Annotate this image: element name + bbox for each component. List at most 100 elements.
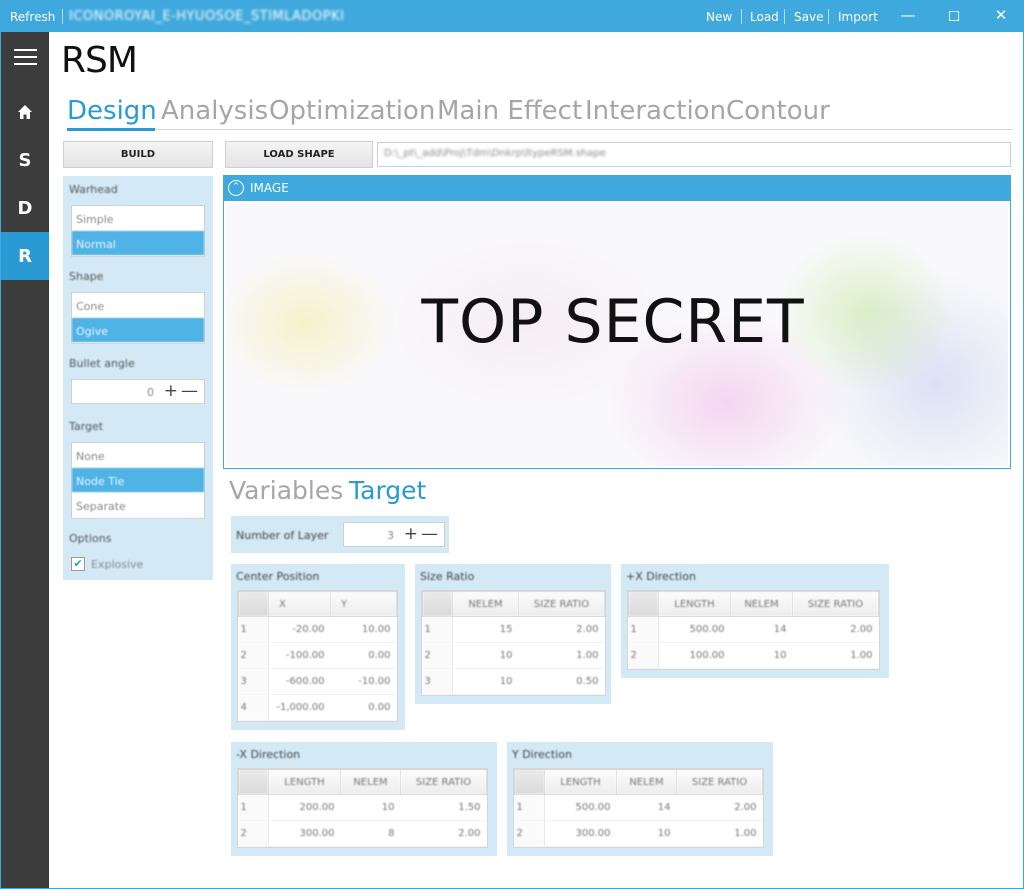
image-panel-header[interactable]: ⌃ IMAGE [224, 176, 1010, 201]
table-row[interactable]: 1 15 2.00 [422, 616, 605, 643]
tab-optimization[interactable]: Optimization [269, 96, 435, 126]
table-cell[interactable]: 1.00 [676, 820, 763, 847]
layer-count-stepper[interactable]: 3 + — [343, 522, 445, 547]
minus-icon[interactable]: — [181, 381, 198, 401]
bullet-angle-stepper[interactable]: 0 + — [71, 379, 205, 404]
minus-icon[interactable]: — [421, 524, 438, 544]
column-header[interactable]: LENGTH [268, 769, 341, 795]
table-cell[interactable]: 8 [340, 820, 401, 847]
tab-analysis[interactable]: Analysis [161, 96, 268, 126]
table-cell[interactable]: 10.00 [330, 616, 397, 643]
table-row[interactable]: 1 200.00 10 1.50 [238, 794, 487, 821]
new-button[interactable]: New [706, 10, 732, 24]
tab-contour[interactable]: Contour [726, 96, 830, 126]
table-cell[interactable]: 500.00 [658, 616, 731, 643]
column-header[interactable]: LENGTH [544, 769, 617, 795]
shape-option-cone[interactable]: Cone [72, 293, 204, 318]
table-cell[interactable]: 1.00 [792, 642, 879, 669]
column-header[interactable]: NELEM [730, 591, 793, 617]
warhead-option-normal[interactable]: Normal [72, 231, 204, 256]
chevron-up-icon[interactable]: ⌃ [228, 180, 244, 196]
column-header[interactable]: SIZE RATIO [676, 769, 763, 795]
table-row[interactable]: 1 -20.00 10.00 [238, 616, 397, 643]
home-icon[interactable] [1, 88, 49, 136]
table-cell[interactable]: 2.00 [518, 616, 605, 643]
table-cell[interactable]: -1,000.00 [268, 694, 331, 721]
table-cell[interactable]: 100.00 [658, 642, 731, 669]
table-cell[interactable]: 0.00 [330, 642, 397, 669]
plus-icon[interactable]: + [164, 381, 178, 401]
plus-icon[interactable]: + [404, 524, 418, 544]
target-option-node-tie[interactable]: Node Tie [72, 468, 204, 493]
sidebar-item-s[interactable]: S [1, 136, 49, 184]
column-header[interactable]: SIZE RATIO [400, 769, 487, 795]
size-ratio-grid[interactable]: NELEM SIZE RATIO 1 15 2.00 2 10 1.00 3 1… [421, 590, 606, 696]
tab-target[interactable]: Target [349, 476, 426, 505]
table-cell[interactable]: 10 [452, 668, 519, 695]
column-header[interactable]: NELEM [340, 769, 401, 795]
sidebar-item-r[interactable]: R [1, 232, 49, 280]
table-row[interactable]: 4 -1,000.00 0.00 [238, 694, 397, 721]
table-row[interactable]: 2 -100.00 0.00 [238, 642, 397, 669]
table-cell[interactable]: -600.00 [268, 668, 331, 695]
tab-variables[interactable]: Variables [229, 476, 343, 505]
minimize-icon[interactable]: — [898, 6, 918, 24]
load-shape-button[interactable]: LOAD SHAPE [225, 141, 373, 168]
table-cell[interactable]: 300.00 [268, 820, 341, 847]
table-cell[interactable]: -20.00 [268, 616, 331, 643]
column-header[interactable]: SIZE RATIO [792, 591, 879, 617]
column-header[interactable]: NELEM [452, 591, 519, 617]
table-cell[interactable]: 2.00 [400, 820, 487, 847]
table-row[interactable]: 1 500.00 14 2.00 [514, 794, 763, 821]
table-cell[interactable]: 500.00 [544, 794, 617, 821]
column-header[interactable]: LENGTH [658, 591, 731, 617]
column-header[interactable]: X [268, 591, 331, 617]
shape-path-field[interactable]: D:\_pt\_add\Proj\Tdm\Dnkrp\ltypeRSM.shap… [377, 142, 1011, 167]
table-row[interactable]: 2 300.00 8 2.00 [238, 820, 487, 847]
table-cell[interactable]: 10 [730, 642, 793, 669]
maximize-icon[interactable]: ◻ [944, 6, 964, 24]
table-cell[interactable]: 10 [616, 820, 677, 847]
import-button[interactable]: Import [838, 10, 878, 24]
table-cell[interactable]: 10 [340, 794, 401, 821]
tab-main-effect[interactable]: Main Effect [437, 96, 582, 126]
load-button[interactable]: Load [750, 10, 779, 24]
tab-design[interactable]: Design [67, 96, 157, 126]
center-position-grid[interactable]: X Y 1 -20.00 10.00 2 -100.00 0.00 3 -600… [237, 590, 398, 722]
table-cell[interactable]: 200.00 [268, 794, 341, 821]
table-cell[interactable]: 10 [452, 642, 519, 669]
table-cell[interactable]: -10.00 [330, 668, 397, 695]
sidebar-item-d[interactable]: D [1, 184, 49, 232]
table-cell[interactable]: 2.00 [676, 794, 763, 821]
target-option-none[interactable]: None [72, 443, 204, 468]
table-cell[interactable]: 2.00 [792, 616, 879, 643]
table-cell[interactable]: 1.50 [400, 794, 487, 821]
column-header[interactable]: SIZE RATIO [518, 591, 605, 617]
table-row[interactable]: 1 500.00 14 2.00 [628, 616, 879, 643]
table-row[interactable]: 3 -600.00 -10.00 [238, 668, 397, 695]
refresh-button[interactable]: Refresh [10, 10, 55, 24]
table-cell[interactable]: 14 [616, 794, 677, 821]
table-cell[interactable]: 14 [730, 616, 793, 643]
shape-option-ogive[interactable]: Ogive [72, 318, 204, 343]
table-row[interactable]: 2 10 1.00 [422, 642, 605, 669]
build-button[interactable]: BUILD [63, 141, 213, 168]
explosive-checkbox[interactable]: ✔ [71, 557, 85, 571]
x-direction-pos-grid[interactable]: LENGTH NELEM SIZE RATIO 1 500.00 14 2.00… [627, 590, 880, 670]
table-cell[interactable]: 300.00 [544, 820, 617, 847]
table-row[interactable]: 2 100.00 10 1.00 [628, 642, 879, 669]
close-icon[interactable]: ✕ [991, 6, 1011, 24]
table-cell[interactable]: 0.00 [330, 694, 397, 721]
table-cell[interactable]: 1.00 [518, 642, 605, 669]
tab-interaction[interactable]: Interaction [585, 96, 726, 126]
warhead-option-simple[interactable]: Simple [72, 206, 204, 231]
table-cell[interactable]: 15 [452, 616, 519, 643]
column-header[interactable]: Y [330, 591, 397, 617]
table-row[interactable]: 2 300.00 10 1.00 [514, 820, 763, 847]
save-button[interactable]: Save [794, 10, 823, 24]
hamburger-menu-icon[interactable] [14, 49, 37, 70]
table-cell[interactable]: -100.00 [268, 642, 331, 669]
table-row[interactable]: 3 10 0.50 [422, 668, 605, 695]
y-direction-grid[interactable]: LENGTH NELEM SIZE RATIO 1 500.00 14 2.00… [513, 768, 764, 848]
column-header[interactable]: NELEM [616, 769, 677, 795]
